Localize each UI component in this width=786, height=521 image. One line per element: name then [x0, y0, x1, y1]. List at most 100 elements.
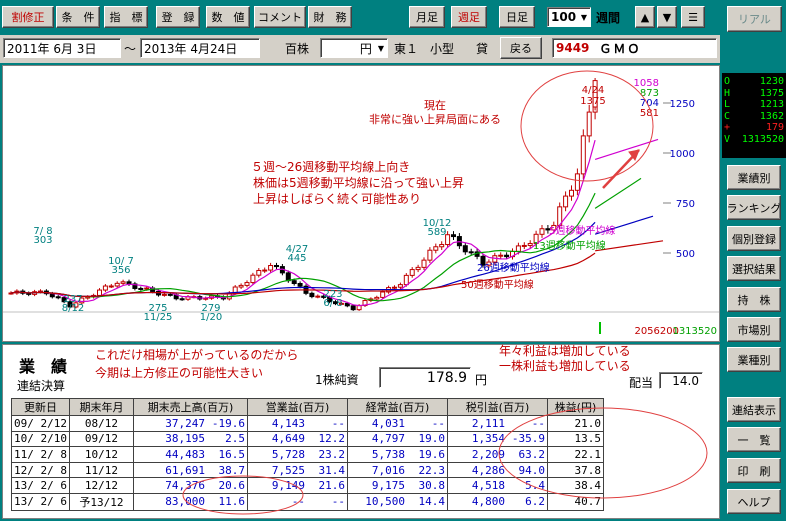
column-header: 営業益(百万) — [246, 398, 348, 416]
cell-value: 4,031 — [371, 416, 405, 430]
down-arrow-icon: ▼ — [662, 10, 672, 24]
candle-body — [120, 281, 126, 284]
table-cell: 2,209 63.2 — [446, 446, 548, 463]
table-row: 12/ 2/ 8 11/12 61,691 38.7 7,525 31.4 7,016 22.… — [11, 461, 604, 479]
numbers-button[interactable]: 数 値 — [206, 6, 250, 28]
column-header: 税引益(百万) — [446, 398, 548, 416]
quote-row-O: O 1230 — [724, 76, 784, 88]
table-cell: 9,149 21.6 — [246, 477, 348, 494]
table-cell: 2,111 -- — [446, 415, 548, 432]
column-header: 期末売上高(百万) — [132, 398, 248, 416]
candle-body — [291, 280, 297, 285]
revise-button[interactable]: 割修正 — [2, 6, 54, 28]
date-range-tilde: ～ — [124, 42, 137, 56]
scroll-up-button[interactable]: ▲ — [635, 6, 655, 28]
unit-label: 百株 — [285, 42, 310, 56]
table-row: 13/ 2/ 6 12/12 74,376 20.6 9,149 21.6 9,175 30.… — [11, 477, 604, 494]
table-cell: 4,518 5.4 — [446, 477, 548, 494]
ma-name-label: 26週移動平均線 — [477, 261, 550, 274]
quote-key: L — [724, 99, 731, 110]
menu-button[interactable]: ☰ — [681, 6, 705, 28]
side-menu-item[interactable]: 連結表示 — [727, 397, 781, 422]
y-tick-label: 750 — [676, 199, 695, 210]
cell-value: 4,649 — [271, 432, 305, 446]
cell-change: 19.0 — [418, 432, 445, 446]
table-cell: 38.4 — [546, 477, 604, 494]
stock-code-field[interactable]: 9449 ＧＭＯ — [552, 38, 717, 58]
cell-value: 2,209 — [471, 447, 505, 461]
candle-body — [374, 296, 380, 300]
candle-body — [344, 302, 350, 307]
chart-svg: 1250100075050010588737045814/2413757/ 83… — [3, 70, 719, 337]
comment-button[interactable]: コメント — [254, 6, 306, 28]
price-chart[interactable]: 1250 1000 750 500 1058 873 704 581 4/24 1375 7/ 83… — [2, 65, 720, 342]
stock-name: ＧＭＯ — [599, 41, 642, 56]
date-from-field[interactable]: 2011年 6月 3日 — [3, 38, 121, 58]
finance-button[interactable]: 財 務 — [308, 6, 352, 28]
side-menu-item[interactable]: ヘルプ — [727, 489, 781, 514]
quote-row-C: C 1362 — [724, 111, 784, 123]
side-menu-item[interactable]: 個別登録 — [727, 226, 781, 251]
table-cell: 40.7 — [546, 492, 604, 511]
cell-change: -- — [331, 495, 345, 509]
candle-body — [451, 234, 456, 238]
quote-value: 1313520 — [741, 133, 784, 145]
low-date-label: 1/20 — [200, 312, 222, 323]
side-menu-item[interactable]: 一 覧 — [727, 427, 781, 452]
quote-row-H: H 1375 — [724, 88, 784, 100]
candle-body — [161, 293, 167, 296]
period-count-select[interactable]: 100 ▼ — [547, 7, 591, 27]
quote-value: 1213 — [759, 99, 784, 110]
cell-value: 7,016 — [371, 463, 405, 477]
currency-select[interactable]: 円 ▼ — [320, 38, 388, 58]
table-cell: 37.8 — [546, 461, 604, 479]
cell-value: 9,175 — [371, 479, 405, 493]
side-menu-item[interactable]: 選択結果 — [727, 256, 781, 281]
cell-value: 4,797 — [371, 432, 405, 446]
conditions-button[interactable]: 条 件 — [56, 6, 100, 28]
side-menu-item[interactable]: 市場別 — [727, 317, 781, 342]
candle-body — [350, 305, 356, 311]
table-cell: 83,000 11.6 — [132, 492, 248, 511]
note-trend-1: ５週～26週移動平均線上向き — [251, 159, 410, 174]
side-menu-item[interactable]: 業種別 — [727, 347, 781, 372]
cell-value: 38,195 — [165, 432, 205, 446]
side-menu-item[interactable]: 印 刷 — [727, 458, 781, 483]
register-button[interactable]: 登 録 — [156, 6, 200, 28]
candle-body — [580, 135, 586, 175]
low-date-label: 8/12 — [62, 303, 84, 314]
candle-body — [238, 284, 244, 288]
candle-body — [274, 265, 279, 268]
candle-body — [427, 249, 433, 261]
cell-value: 1,354 — [471, 432, 505, 446]
side-menu-item[interactable]: 持 株 — [727, 287, 781, 312]
side-menu-item[interactable]: ランキング — [727, 195, 781, 220]
side-menu-item[interactable]: 業績別 — [727, 165, 781, 190]
cell-change: 63.2 — [518, 447, 545, 461]
candle-body — [569, 189, 574, 197]
up-arrow-icon: ▲ — [640, 10, 650, 24]
indicator-button[interactable]: 指 標 — [104, 6, 148, 28]
note-now-1: 現在 — [424, 99, 446, 112]
daily-button[interactable]: 日足 — [499, 6, 535, 28]
y-tick-label: 500 — [676, 249, 695, 260]
candle-body — [285, 272, 291, 282]
table-cell: 4,649 12.2 — [246, 430, 348, 448]
back-button[interactable]: 戻る — [500, 37, 542, 59]
column-header: 期末年月 — [68, 398, 134, 416]
column-header: 経常益(百万) — [346, 398, 448, 416]
table-cell: 09/12 — [68, 430, 134, 448]
quote-value: 1362 — [759, 110, 784, 122]
note-now-2: 非常に強い上昇局面にある — [369, 113, 501, 126]
cell-value: 4,143 — [271, 416, 305, 430]
scroll-down-button[interactable]: ▼ — [657, 6, 677, 28]
weekly-button[interactable]: 週足 — [451, 6, 487, 28]
ma-name-label: 50週移動平均線 — [461, 278, 534, 291]
table-cell: 5,738 19.6 — [346, 446, 448, 463]
candle-body — [256, 269, 262, 276]
realtime-button[interactable]: リアル — [727, 6, 782, 32]
monthly-button[interactable]: 月足 — [409, 6, 445, 28]
table-header: 更新日 期末年月 期末売上高(百万) 営業益(百万) 経常益(百万) 税引益(百万) 株益(… — [11, 398, 604, 416]
quote-row-V: V 1313520 — [724, 134, 784, 146]
date-to-field[interactable]: 2013年 4月24日 — [140, 38, 260, 58]
